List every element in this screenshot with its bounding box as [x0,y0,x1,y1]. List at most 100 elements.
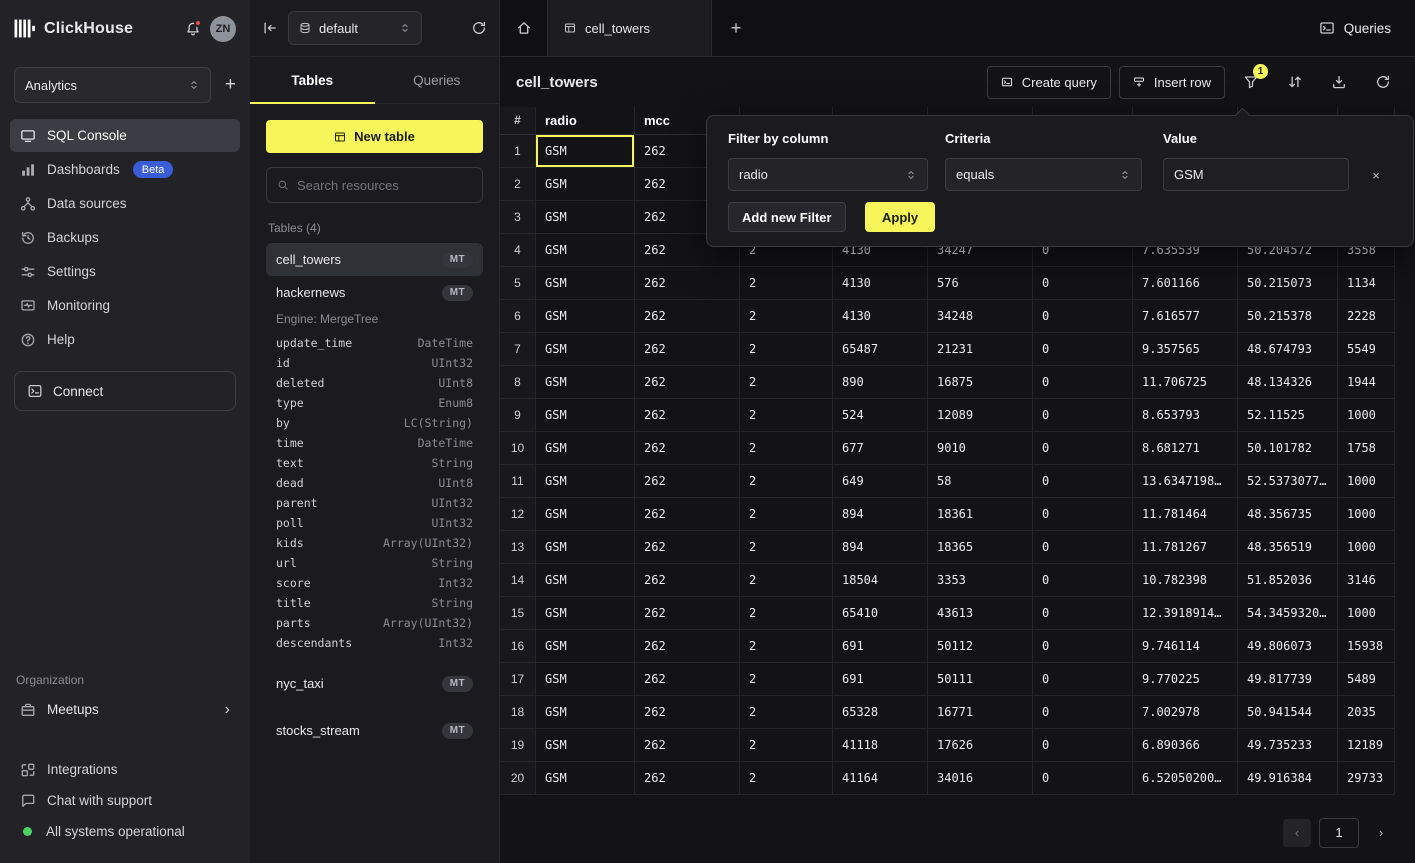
table-cell[interactable]: 4130 [833,267,928,300]
connect-button[interactable]: Connect [14,371,236,411]
table-cell[interactable]: 2 [740,366,833,399]
table-cell[interactable]: 894 [833,531,928,564]
tab-tables[interactable]: Tables [250,57,375,103]
table-cell[interactable]: 21231 [928,333,1033,366]
table-cell[interactable]: 41164 [833,762,928,795]
table-cell[interactable]: 13.6347198… [1133,465,1238,498]
table-cell[interactable]: GSM [536,201,635,234]
table-cell[interactable]: 9.357565 [1133,333,1238,366]
table-cell[interactable]: 34016 [928,762,1033,795]
table-cell[interactable]: 262 [635,630,740,663]
table-cell[interactable]: 649 [833,465,928,498]
table-cell[interactable]: 1000 [1338,597,1395,630]
table-cell[interactable]: 0 [1033,333,1133,366]
sort-button[interactable] [1277,66,1313,99]
table-cell[interactable]: 12.3918914… [1133,597,1238,630]
table-cell[interactable]: 50.941544 [1238,696,1338,729]
table-cell[interactable]: 12089 [928,399,1033,432]
sidebar-item-settings[interactable]: Settings [10,255,240,288]
workspace-selector[interactable]: Analytics [14,67,211,103]
table-cell[interactable]: 1134 [1338,267,1395,300]
filter-column-select[interactable]: radio [728,158,928,191]
add-new-filter-button[interactable]: Add new Filter [728,202,846,232]
table-cell[interactable]: 5489 [1338,663,1395,696]
table-cell[interactable]: 0 [1033,432,1133,465]
table-cell[interactable]: 6.52050200… [1133,762,1238,795]
table-cell[interactable]: 50.215073 [1238,267,1338,300]
table-cell[interactable]: 0 [1033,597,1133,630]
database-selector[interactable]: default [288,11,422,45]
table-cell[interactable]: 262 [635,498,740,531]
table-cell[interactable]: 262 [635,663,740,696]
table-cell[interactable]: 2 [740,300,833,333]
table-cell[interactable]: 6.890366 [1133,729,1238,762]
table-cell[interactable]: 0 [1033,630,1133,663]
collapse-panel-button[interactable] [262,20,278,36]
table-cell[interactable]: 18361 [928,498,1033,531]
table-cell[interactable]: 1944 [1338,366,1395,399]
table-cell[interactable]: 15938 [1338,630,1395,663]
table-cell[interactable]: 8.681271 [1133,432,1238,465]
table-item-stocks-stream[interactable]: stocks_streamMT [266,714,483,747]
table-cell[interactable]: 10.782398 [1133,564,1238,597]
table-cell[interactable]: 12189 [1338,729,1395,762]
table-cell[interactable]: 41118 [833,729,928,762]
table-cell[interactable]: 2 [740,399,833,432]
table-cell[interactable]: 2 [740,498,833,531]
table-cell[interactable]: 262 [635,399,740,432]
table-cell[interactable]: 262 [635,531,740,564]
table-cell[interactable]: 2 [740,630,833,663]
table-cell[interactable]: 691 [833,663,928,696]
table-cell[interactable]: 262 [635,729,740,762]
table-cell[interactable]: 50.215378 [1238,300,1338,333]
table-cell[interactable]: 0 [1033,531,1133,564]
table-cell[interactable]: 262 [635,564,740,597]
table-cell[interactable]: 1000 [1338,399,1395,432]
table-cell[interactable]: 0 [1033,696,1133,729]
table-cell[interactable]: GSM [536,729,635,762]
table-cell[interactable]: 262 [635,267,740,300]
table-cell[interactable]: 58 [928,465,1033,498]
remove-filter-button[interactable]: × [1365,164,1387,186]
table-cell[interactable]: 51.852036 [1238,564,1338,597]
table-cell[interactable]: 2228 [1338,300,1395,333]
table-cell[interactable]: 0 [1033,498,1133,531]
table-cell[interactable]: 2 [740,663,833,696]
table-cell[interactable]: 0 [1033,399,1133,432]
new-table-button[interactable]: New table [266,120,483,153]
table-cell[interactable]: GSM [536,333,635,366]
table-cell[interactable]: GSM [536,135,635,168]
table-item-hackernews[interactable]: hackernewsMT [266,276,483,309]
table-cell[interactable]: 65328 [833,696,928,729]
sidebar-item-monitoring[interactable]: Monitoring [10,289,240,322]
table-cell[interactable]: 16771 [928,696,1033,729]
avatar[interactable]: ZN [210,16,236,42]
sidebar-item-integrations[interactable]: Integrations [10,754,240,785]
table-cell[interactable]: GSM [536,399,635,432]
filter-button[interactable]: 1 [1233,66,1269,99]
search-input[interactable]: Search resources [266,167,483,203]
table-cell[interactable]: 1000 [1338,465,1395,498]
table-cell[interactable]: 0 [1033,762,1133,795]
table-cell[interactable]: 2 [740,564,833,597]
table-cell[interactable]: 48.356735 [1238,498,1338,531]
sidebar-item-meetups[interactable]: Meetups › [10,693,240,726]
table-cell[interactable]: 262 [635,465,740,498]
table-cell[interactable]: GSM [536,762,635,795]
table-cell[interactable]: 262 [635,696,740,729]
tab-cell-towers[interactable]: cell_towers [548,0,712,56]
table-cell[interactable]: 9.746114 [1133,630,1238,663]
table-cell[interactable]: 11.706725 [1133,366,1238,399]
table-cell[interactable]: 262 [635,597,740,630]
sidebar-item-chat-with-support[interactable]: Chat with support [10,785,240,816]
table-cell[interactable]: 2 [740,696,833,729]
new-tab-button[interactable]: + [712,0,760,56]
insert-row-button[interactable]: Insert row [1119,66,1225,99]
table-cell[interactable]: 2035 [1338,696,1395,729]
table-cell[interactable]: 890 [833,366,928,399]
sidebar-item-dashboards[interactable]: DashboardsBeta [10,153,240,186]
table-cell[interactable]: 691 [833,630,928,663]
table-cell[interactable]: 11.781464 [1133,498,1238,531]
pagination-prev-button[interactable]: ‹ [1283,819,1311,847]
table-cell[interactable]: 50.101782 [1238,432,1338,465]
